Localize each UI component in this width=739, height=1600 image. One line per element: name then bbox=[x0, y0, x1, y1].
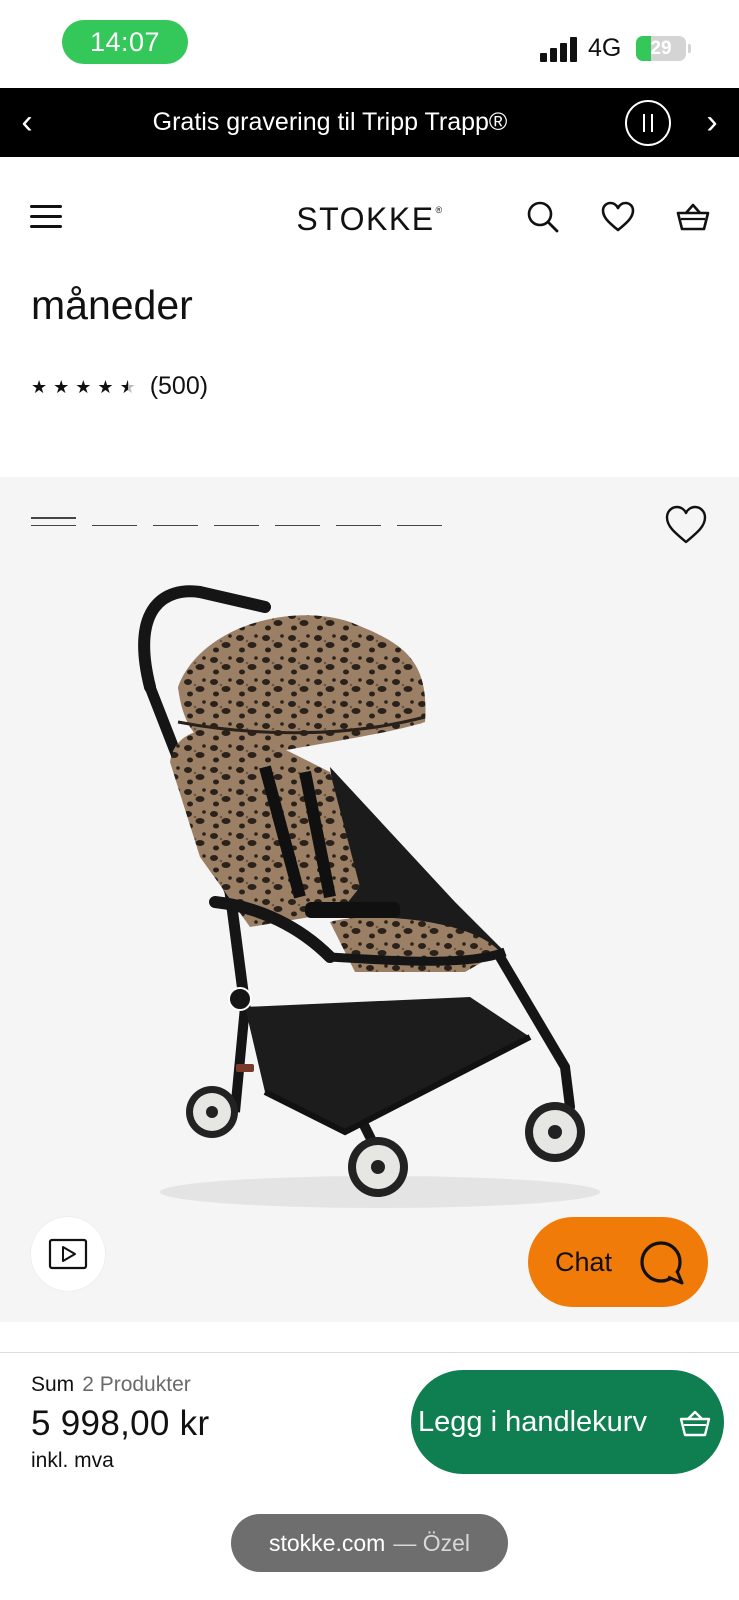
rating-stars: ★ ★ ★ ★ ★ bbox=[31, 378, 136, 396]
add-to-cart-label: Legg i handlekurv bbox=[418, 1405, 647, 1438]
basket-icon[interactable] bbox=[675, 199, 711, 235]
wheel-rear-left bbox=[186, 1086, 238, 1138]
product-image-stroller[interactable] bbox=[0, 567, 739, 1247]
product-rating[interactable]: ★ ★ ★ ★ ★ (500) bbox=[31, 372, 208, 401]
browser-url-pill[interactable]: stokke.com — Özel bbox=[231, 1514, 508, 1572]
menu-icon[interactable] bbox=[30, 205, 62, 229]
add-to-cart-button[interactable]: Legg i handlekurv bbox=[411, 1370, 724, 1474]
url-host: stokke.com bbox=[268, 1529, 386, 1556]
chevron-left-icon[interactable]: ‹ bbox=[2, 88, 52, 157]
vat-note: inkl. mva bbox=[31, 1449, 114, 1472]
product-title: måneder bbox=[31, 282, 193, 328]
search-icon[interactable] bbox=[525, 199, 561, 235]
gallery-indicator[interactable] bbox=[336, 517, 381, 526]
logo-registered-mark: ® bbox=[435, 205, 444, 215]
gallery-indicators bbox=[31, 517, 442, 526]
chat-bubble-icon bbox=[640, 1241, 684, 1285]
status-time: 14:07 bbox=[62, 20, 188, 64]
status-bar: 14:07 4G 29 bbox=[0, 0, 739, 88]
star-icon: ★ bbox=[53, 376, 70, 397]
site-header: STOKKE® bbox=[0, 157, 739, 287]
video-play-icon bbox=[48, 1238, 88, 1270]
network-type: 4G bbox=[588, 34, 622, 62]
product-gallery[interactable]: Chat bbox=[0, 477, 739, 1322]
gallery-indicator[interactable] bbox=[153, 517, 198, 526]
products-count: 2 Produkter bbox=[82, 1373, 191, 1396]
total-price: 5 998,00 kr bbox=[31, 1404, 210, 1443]
promo-text[interactable]: Gratis gravering til Tripp Trapp® bbox=[70, 88, 590, 157]
heart-icon[interactable] bbox=[600, 199, 636, 235]
gallery-indicator[interactable] bbox=[31, 517, 76, 526]
chevron-right-icon[interactable]: › bbox=[687, 88, 737, 157]
gallery-indicator[interactable] bbox=[214, 517, 259, 526]
star-icon: ★ bbox=[75, 376, 92, 397]
sum-row: Sum 2 Produkter bbox=[31, 1373, 191, 1397]
logo-text: STOKKE bbox=[296, 201, 435, 237]
battery-tip bbox=[688, 44, 691, 53]
gallery-indicator[interactable] bbox=[275, 517, 320, 526]
battery-level: 29 bbox=[650, 37, 672, 59]
pause-icon[interactable] bbox=[625, 100, 671, 146]
gallery-indicator[interactable] bbox=[92, 517, 137, 526]
rating-count: (500) bbox=[149, 372, 209, 400]
sum-label: Sum bbox=[31, 1373, 75, 1396]
star-icon: ★ bbox=[31, 376, 48, 397]
star-icon: ★ bbox=[119, 376, 136, 397]
promo-bar: ‹ Gratis gravering til Tripp Trapp® › bbox=[0, 88, 739, 157]
url-suffix: — Özel bbox=[393, 1529, 470, 1556]
basket-icon bbox=[679, 1410, 711, 1437]
chat-button[interactable]: Chat bbox=[528, 1217, 708, 1307]
add-to-wishlist-heart-icon[interactable] bbox=[664, 503, 708, 547]
battery-icon: 29 bbox=[636, 36, 686, 61]
chat-label: Chat bbox=[555, 1246, 613, 1277]
star-icon: ★ bbox=[97, 376, 114, 397]
stokke-logo[interactable]: STOKKE® bbox=[290, 201, 450, 238]
signal-icon bbox=[540, 36, 578, 62]
gallery-indicator[interactable] bbox=[397, 517, 442, 526]
play-video-button[interactable] bbox=[31, 1217, 105, 1291]
